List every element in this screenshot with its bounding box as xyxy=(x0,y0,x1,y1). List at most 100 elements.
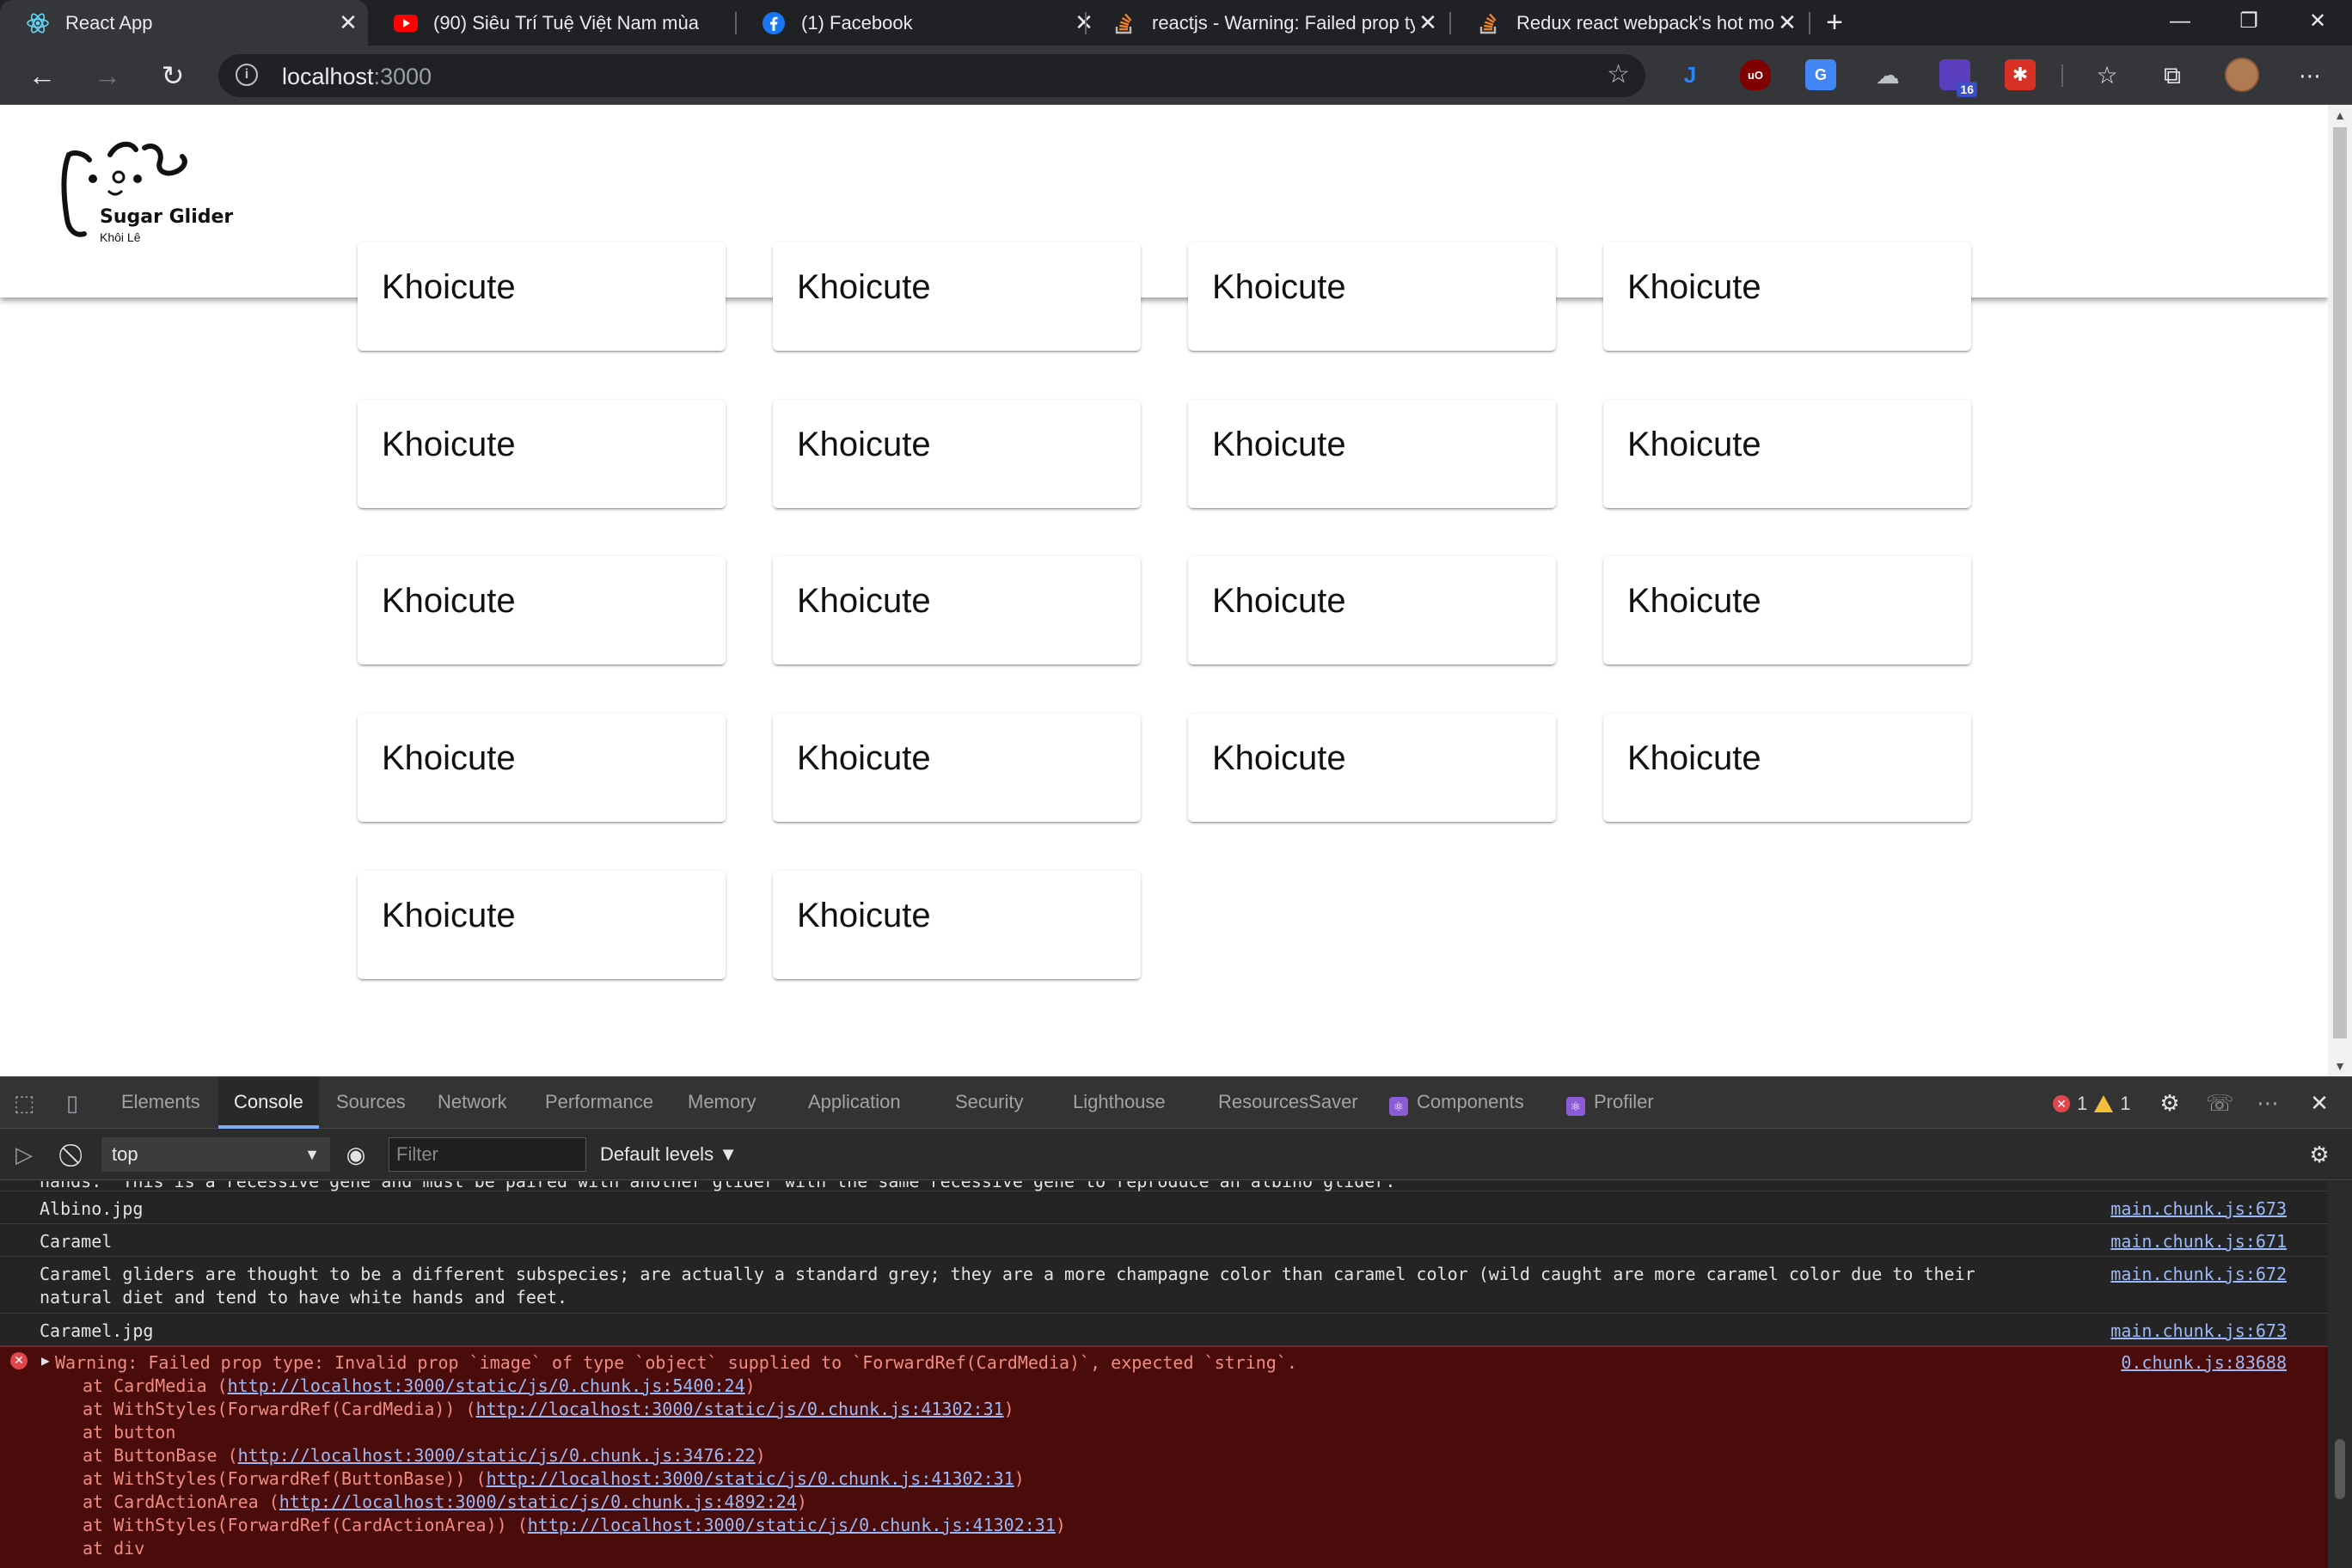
console-scrollbar[interactable] xyxy=(2328,1181,2352,1568)
translate-icon[interactable]: G xyxy=(1805,59,1836,90)
stack-frame-link[interactable]: http://localhost:3000/static/js/0.chunk.… xyxy=(528,1515,1056,1535)
minimize-button[interactable]: — xyxy=(2146,0,2214,46)
console-message: Caramel xyxy=(40,1231,113,1252)
tab-react-app[interactable]: React App ✕ xyxy=(0,0,368,46)
scrollbar-thumb[interactable] xyxy=(2335,1439,2345,1499)
tab-elements[interactable]: Elements xyxy=(121,1077,200,1129)
caret-down-icon: ▼ xyxy=(719,1143,738,1165)
filter-input[interactable]: Filter xyxy=(389,1137,586,1172)
console-message: Caramel gliders are thought to be a diff… xyxy=(40,1264,1975,1284)
card[interactable]: Khoicute xyxy=(1188,400,1556,508)
card-title: Khoicute xyxy=(797,268,931,306)
tab-youtube[interactable]: (90) Siêu Trí Tuệ Việt Nam mùa 2 ✕ xyxy=(368,0,736,46)
jira-icon[interactable]: J xyxy=(1675,59,1706,90)
source-link[interactable]: 0.chunk.js:83688 xyxy=(2121,1352,2287,1373)
card[interactable]: Khoicute xyxy=(1188,714,1556,822)
sidebar-toggle-icon[interactable]: ▷ xyxy=(10,1141,38,1168)
window-close-button[interactable]: ✕ xyxy=(2283,0,2352,46)
puzzle-red-icon[interactable]: ✱ xyxy=(2005,59,2036,90)
forward-button[interactable]: → xyxy=(89,58,126,94)
context-select[interactable]: top ▼ xyxy=(101,1137,330,1172)
tab-facebook[interactable]: (1) Facebook ✕ xyxy=(736,0,1104,46)
tab-sources[interactable]: Sources xyxy=(336,1077,406,1129)
address-bar[interactable]: i localhost:3000 ☆ xyxy=(218,54,1645,97)
source-link[interactable]: main.chunk.js:671 xyxy=(2110,1231,2287,1252)
expand-triangle-icon[interactable]: ▶ xyxy=(41,1352,50,1369)
tab-stackoverflow-2[interactable]: Redux react webpack's hot mod ✕ xyxy=(1451,0,1807,46)
collections-icon[interactable]: ⧉ xyxy=(2154,58,2190,94)
log-levels-dropdown[interactable]: Default levels ▼ xyxy=(600,1137,738,1172)
stack-frame: at CardActionArea (http://localhost:3000… xyxy=(83,1491,807,1512)
close-icon[interactable]: ✕ xyxy=(1774,9,1800,36)
feedback-icon[interactable]: ☏ xyxy=(2206,1089,2234,1117)
stack-frame-link[interactable]: http://localhost:3000/static/js/0.chunk.… xyxy=(487,1468,1014,1489)
source-link[interactable]: main.chunk.js:672 xyxy=(2110,1264,2287,1284)
card[interactable]: Khoicute xyxy=(358,242,726,351)
more-options-icon[interactable]: ⋯ xyxy=(2254,1089,2282,1117)
favorites-icon[interactable]: ☆ xyxy=(2089,58,2125,94)
card[interactable]: Khoicute xyxy=(1603,714,1971,822)
console-settings-icon[interactable]: ⚙ xyxy=(2306,1141,2333,1168)
devtools-tabbar: ⬚ ▯ Elements Console Sources Network Per… xyxy=(0,1077,2352,1129)
tab-profiler[interactable]: ⚛ Profiler xyxy=(1566,1077,1654,1129)
tab-application[interactable]: Application xyxy=(808,1077,901,1129)
card[interactable]: Khoicute xyxy=(358,556,726,665)
error-count: 1 xyxy=(2077,1093,2088,1114)
tab-console[interactable]: Console xyxy=(218,1077,319,1129)
clear-console-icon[interactable]: ⃠ xyxy=(62,1141,89,1168)
more-menu-icon[interactable]: ⋯ xyxy=(2292,58,2328,94)
scrollbar-thumb[interactable] xyxy=(2333,127,2347,1038)
info-icon[interactable]: i xyxy=(236,64,258,86)
settings-gear-icon[interactable]: ⚙ xyxy=(2156,1089,2184,1117)
card[interactable]: Khoicute xyxy=(358,400,726,508)
card[interactable]: Khoicute xyxy=(1188,556,1556,665)
tab-stackoverflow-1[interactable]: reactjs - Warning: Failed prop ty ✕ xyxy=(1087,0,1448,46)
tab-lighthouse[interactable]: Lighthouse xyxy=(1073,1077,1166,1129)
logo[interactable]: Sugar Glider Khôi Lê xyxy=(58,138,233,266)
ublock-icon[interactable]: uO xyxy=(1740,59,1771,90)
card[interactable]: Khoicute xyxy=(773,714,1141,822)
extension-counter-icon[interactable]: 16 xyxy=(1939,59,1977,97)
tab-resourcessaver[interactable]: ResourcesSaver xyxy=(1218,1077,1358,1129)
reload-button[interactable]: ↻ xyxy=(155,58,191,94)
card[interactable]: Khoicute xyxy=(773,400,1141,508)
issue-counts[interactable]: ✕ 1 1 xyxy=(2053,1093,2131,1115)
console-line: Caramel.jpg main.chunk.js:673 xyxy=(0,1314,2328,1346)
close-icon[interactable]: ✕ xyxy=(1415,9,1441,36)
source-link[interactable]: main.chunk.js:673 xyxy=(2110,1198,2287,1219)
cloud-icon[interactable]: ☁ xyxy=(1872,59,1903,90)
profile-avatar[interactable] xyxy=(2225,58,2259,92)
card[interactable]: Khoicute xyxy=(773,556,1141,665)
page-scrollbar[interactable]: ▲ ▼ xyxy=(2328,105,2352,1076)
card[interactable]: Khoicute xyxy=(1603,242,1971,351)
stack-frame-link[interactable]: http://localhost:3000/static/js/0.chunk.… xyxy=(476,1399,1004,1419)
tab-performance[interactable]: Performance xyxy=(545,1077,653,1129)
source-link[interactable]: main.chunk.js:673 xyxy=(2110,1320,2287,1341)
tab-network[interactable]: Network xyxy=(438,1077,507,1129)
stack-frame-link[interactable]: http://localhost:3000/static/js/0.chunk.… xyxy=(238,1445,756,1466)
eye-icon[interactable]: ◉ xyxy=(342,1141,370,1168)
card[interactable]: Khoicute xyxy=(773,871,1141,979)
new-tab-button[interactable]: + xyxy=(1817,5,1852,40)
card[interactable]: Khoicute xyxy=(773,242,1141,351)
tab-components[interactable]: ⚛ Components xyxy=(1389,1077,1524,1129)
device-toolbar-icon[interactable]: ▯ xyxy=(58,1089,86,1117)
card[interactable]: Khoicute xyxy=(358,714,726,822)
stack-frame-link[interactable]: http://localhost:3000/static/js/0.chunk.… xyxy=(279,1491,797,1512)
card[interactable]: Khoicute xyxy=(358,871,726,979)
back-button[interactable]: ← xyxy=(24,58,60,94)
restore-button[interactable]: ❐ xyxy=(2214,0,2283,46)
card[interactable]: Khoicute xyxy=(1603,556,1971,665)
inspect-element-icon[interactable]: ⬚ xyxy=(10,1089,38,1117)
star-icon[interactable]: ☆ xyxy=(1607,59,1630,89)
close-icon[interactable]: ✕ xyxy=(335,9,361,36)
address-url[interactable]: localhost:3000 xyxy=(282,64,432,90)
close-devtools-icon[interactable]: ✕ xyxy=(2306,1089,2333,1117)
scroll-down-icon[interactable]: ▼ xyxy=(2328,1056,2352,1076)
card[interactable]: Khoicute xyxy=(1188,242,1556,351)
scroll-up-icon[interactable]: ▲ xyxy=(2328,105,2352,126)
stack-frame-link[interactable]: http://localhost:3000/static/js/0.chunk.… xyxy=(228,1375,745,1396)
tab-security[interactable]: Security xyxy=(955,1077,1023,1129)
card[interactable]: Khoicute xyxy=(1603,400,1971,508)
tab-memory[interactable]: Memory xyxy=(688,1077,756,1129)
